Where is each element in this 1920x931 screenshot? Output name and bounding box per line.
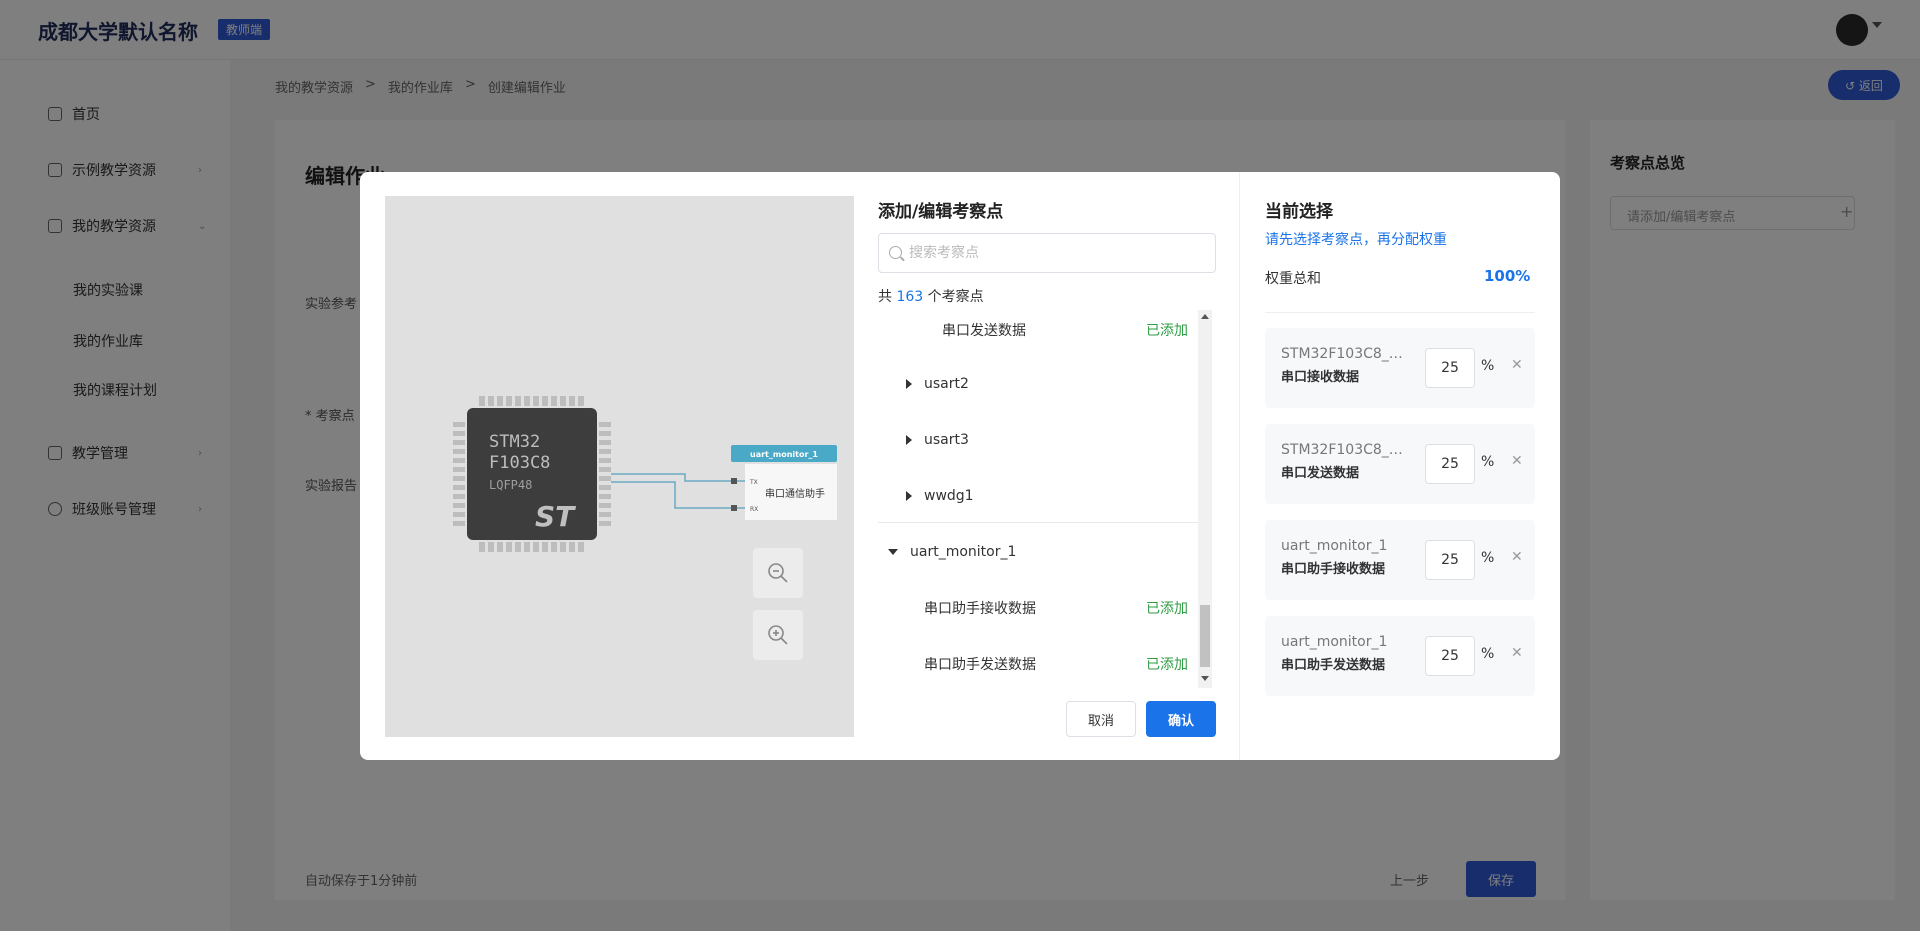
zoom-out-icon xyxy=(768,563,788,583)
edit-points-modal: STM32 F103C8 LQFP48 ST uart_monitor_1 TX… xyxy=(360,172,1560,760)
search-icon xyxy=(889,246,902,259)
tree-leaf[interactable]: 串口发送数据 已添加 xyxy=(878,310,1198,358)
tree-scrollbar[interactable] xyxy=(1198,310,1212,688)
percent-unit: % xyxy=(1481,550,1495,566)
component-name: uart_monitor_1 xyxy=(1281,634,1388,650)
point-name: 串口助手发送数据 xyxy=(1281,658,1386,673)
tree-node-label: wwdg1 xyxy=(924,488,974,504)
tree-node-label: usart2 xyxy=(924,376,969,392)
added-status: 已添加 xyxy=(1146,323,1188,339)
component-name: uart_monitor_1 xyxy=(1281,538,1388,554)
chip-line1: STM32 xyxy=(489,432,540,452)
tree-leaf[interactable]: 串口助手发送数据 已添加 xyxy=(878,636,1198,688)
tree-node-label: uart_monitor_1 xyxy=(910,544,1017,560)
selection-title: 当前选择 xyxy=(1265,202,1333,222)
tree-node[interactable]: wwdg1 xyxy=(878,468,1198,524)
close-icon[interactable]: ✕ xyxy=(1511,645,1523,661)
percent-unit: % xyxy=(1481,454,1495,470)
weight-input[interactable] xyxy=(1425,540,1475,580)
search-box xyxy=(878,233,1216,273)
monitor-title: uart_monitor_1 xyxy=(750,450,818,459)
scroll-up-icon[interactable] xyxy=(1201,314,1209,319)
close-icon[interactable]: ✕ xyxy=(1511,453,1523,469)
divider xyxy=(1265,312,1535,313)
chip-line3: LQFP48 xyxy=(489,478,532,492)
points-picker: 添加/编辑考察点 共 163 个考察点 串口发送数据 已添加 usart2 us… xyxy=(878,172,1240,760)
picker-title: 添加/编辑考察点 xyxy=(878,202,1004,222)
count-number: 163 xyxy=(896,289,924,305)
weight-total-value: 100% xyxy=(1484,267,1531,285)
tree-leaf[interactable]: 串口助手接收数据 已添加 xyxy=(878,580,1198,636)
percent-unit: % xyxy=(1481,646,1495,662)
tree-divider xyxy=(878,522,1198,523)
pin-tx xyxy=(731,478,737,484)
chip-pins-left xyxy=(453,422,465,526)
points-count: 共 163 个考察点 xyxy=(878,286,984,306)
wires xyxy=(611,473,745,509)
weight-total-label: 权重总和 xyxy=(1265,271,1321,287)
confirm-button[interactable]: 确认 xyxy=(1146,701,1216,737)
weight-input[interactable] xyxy=(1425,444,1475,484)
zoom-in-button[interactable] xyxy=(753,610,803,660)
added-status: 已添加 xyxy=(1146,657,1188,673)
chip-line2: F103C8 xyxy=(489,453,550,473)
point-name: 串口发送数据 xyxy=(1281,466,1360,481)
pin-rx-label: RX xyxy=(750,506,758,513)
close-icon[interactable]: ✕ xyxy=(1511,549,1523,565)
caret-right-icon[interactable] xyxy=(906,435,912,445)
caret-right-icon[interactable] xyxy=(906,491,912,501)
cancel-button[interactable]: 取消 xyxy=(1066,701,1136,737)
point-name: 串口接收数据 xyxy=(1281,370,1360,385)
pin-rx xyxy=(731,505,737,511)
added-status: 已添加 xyxy=(1146,601,1188,617)
weight-input[interactable] xyxy=(1425,348,1475,388)
percent-unit: % xyxy=(1481,358,1495,374)
tree-leaf-label: 串口助手发送数据 xyxy=(924,657,1036,673)
scroll-down-icon[interactable] xyxy=(1201,676,1209,681)
tree-node[interactable]: usart2 xyxy=(878,356,1198,412)
close-icon[interactable]: ✕ xyxy=(1511,357,1523,373)
current-selection-panel: 当前选择 请先选择考察点，再分配权重 权重总和 100% STM32F103C8… xyxy=(1265,172,1535,760)
tree-node-label: usart3 xyxy=(924,432,969,448)
caret-right-icon[interactable] xyxy=(906,379,912,389)
point-name: 串口助手接收数据 xyxy=(1281,562,1386,577)
selected-point-card: uart_monitor_1 串口助手接收数据 % ✕ xyxy=(1265,520,1535,600)
caret-down-icon[interactable] xyxy=(888,549,898,555)
weight-input[interactable] xyxy=(1425,636,1475,676)
chip-pins-top xyxy=(479,396,584,406)
selected-point-card: STM32F103C8_1 ... 串口接收数据 % ✕ xyxy=(1265,328,1535,408)
selected-point-card: STM32F103C8_1 ... 串口发送数据 % ✕ xyxy=(1265,424,1535,504)
chip-pins-bottom xyxy=(479,542,584,552)
component-name: STM32F103C8_1 ... xyxy=(1281,442,1411,458)
tree-leaf-label: 串口发送数据 xyxy=(942,323,1026,339)
points-tree: 串口发送数据 已添加 usart2 usart3 wwdg1 uart_moni… xyxy=(878,310,1198,688)
selection-hint: 请先选择考察点，再分配权重 xyxy=(1265,232,1447,248)
pin-tx-label: TX xyxy=(749,479,758,486)
tree-node-expanded[interactable]: uart_monitor_1 xyxy=(878,524,1198,580)
zoom-out-button[interactable] xyxy=(753,548,803,598)
chip-body xyxy=(467,408,597,540)
tree-node[interactable]: usart3 xyxy=(878,412,1198,468)
search-input[interactable] xyxy=(909,234,1209,272)
selected-point-card: uart_monitor_1 串口助手发送数据 % ✕ xyxy=(1265,616,1535,696)
zoom-in-icon xyxy=(768,625,788,645)
scroll-thumb[interactable] xyxy=(1200,605,1210,667)
chip-pins-right xyxy=(599,422,611,526)
monitor-label: 串口通信助手 xyxy=(765,487,825,500)
count-prefix: 共 xyxy=(878,289,892,305)
st-logo: ST xyxy=(535,500,576,533)
component-name: STM32F103C8_1 ... xyxy=(1281,346,1411,362)
tree-leaf-label: 串口助手接收数据 xyxy=(924,601,1036,617)
count-suffix: 个考察点 xyxy=(927,289,984,305)
circuit-canvas[interactable]: STM32 F103C8 LQFP48 ST uart_monitor_1 TX… xyxy=(385,196,854,737)
